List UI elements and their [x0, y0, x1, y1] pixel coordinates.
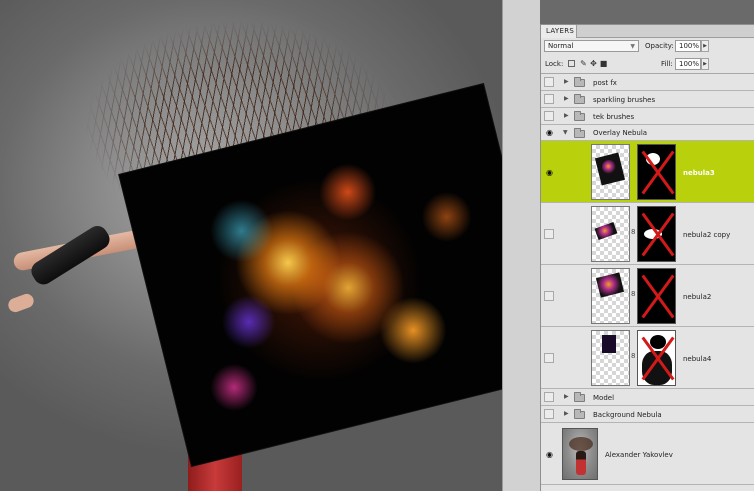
lock-transparent-pixels-icon[interactable] [568, 60, 575, 67]
visibility-toggle[interactable] [544, 229, 554, 239]
blend-mode-value: Normal [548, 42, 574, 50]
folder-icon [574, 409, 585, 419]
link-icon[interactable]: 8 [631, 228, 636, 237]
folder-icon [574, 392, 585, 402]
layer-name: nebula2 [683, 293, 712, 301]
lock-image-pixels-icon[interactable]: ✎ [579, 59, 588, 68]
panel-tabbar: LAYERS [541, 25, 754, 38]
expand-triangle-icon[interactable]: ▶ [564, 393, 569, 400]
visibility-toggle[interactable] [544, 94, 554, 104]
layer-group-overlay-nebula[interactable]: ◉ ▼ Overlay Nebula [541, 125, 754, 141]
collapse-triangle-icon[interactable]: ▼ [563, 129, 568, 136]
layer-alexander-yakovlev[interactable]: ◉ Alexander Yakovlev [541, 423, 754, 485]
visibility-toggle[interactable] [544, 353, 554, 363]
eye-icon[interactable]: ◉ [545, 451, 554, 459]
layer-name: Background Nebula [593, 411, 662, 419]
link-icon[interactable]: 8 [631, 352, 636, 361]
layer-thumbnail [591, 268, 630, 324]
fill-label: Fill: [661, 60, 673, 68]
layer-name: Alexander Yakovlev [605, 451, 673, 459]
visibility-toggle[interactable] [544, 409, 554, 419]
layer-name: Model [593, 394, 615, 402]
layer-name: Overlay Nebula [593, 129, 648, 137]
layer-mask-thumbnail [637, 206, 676, 262]
layer-name: sparkling brushes [593, 96, 656, 104]
opacity-label: Opacity: [645, 42, 674, 50]
eye-icon[interactable]: ◉ [545, 169, 554, 177]
layers-panel: LAYERS Normal ▼ Opacity: 100% ▶ Lock: ✎ … [540, 24, 754, 491]
layer-group-model[interactable]: ▶ Model [541, 389, 754, 406]
folder-icon [574, 128, 585, 138]
layer-group-tek-brushes[interactable]: ▶ tek brushes [541, 108, 754, 125]
visibility-toggle[interactable] [544, 392, 554, 402]
blend-opacity-row: Normal ▼ Opacity: 100% ▶ [541, 40, 754, 53]
layers-list: ▶ post fx ▶ sparkling brushes ▶ tek brus… [541, 73, 754, 485]
layer-nebula3[interactable]: ◉ nebula3 [541, 141, 754, 203]
expand-triangle-icon[interactable]: ▶ [564, 95, 569, 102]
expand-triangle-icon[interactable]: ▶ [564, 410, 569, 417]
expand-triangle-icon[interactable]: ▶ [564, 112, 569, 119]
blend-mode-select[interactable]: Normal ▼ [544, 40, 639, 52]
layer-group-background-nebula[interactable]: ▶ Background Nebula [541, 406, 754, 423]
layer-nebula4[interactable]: 8 nebula4 [541, 327, 754, 389]
folder-icon [574, 94, 585, 104]
layer-name: nebula2 copy [683, 231, 731, 239]
fill-input[interactable]: 100% [675, 58, 701, 70]
layer-thumbnail [591, 144, 630, 200]
layer-name: tek brushes [593, 113, 635, 121]
visibility-toggle[interactable] [544, 291, 554, 301]
layer-nebula2[interactable]: 8 nebula2 [541, 265, 754, 327]
opacity-slider-arrow-icon[interactable]: ▶ [701, 40, 709, 52]
layer-mask-thumbnail [637, 330, 676, 386]
layer-group-post-fx[interactable]: ▶ post fx [541, 74, 754, 91]
layer-name: nebula4 [683, 355, 712, 363]
opacity-input[interactable]: 100% [675, 40, 701, 52]
chevron-down-icon: ▼ [630, 43, 635, 50]
expand-triangle-icon[interactable]: ▶ [564, 78, 569, 85]
layer-thumbnail [562, 428, 598, 480]
layer-thumbnail [591, 206, 630, 262]
model-hand [6, 291, 36, 315]
layer-mask-thumbnail [637, 144, 676, 200]
lock-label: Lock: [545, 60, 564, 68]
tab-layers[interactable]: LAYERS [541, 25, 577, 38]
lock-position-icon[interactable]: ✥ [589, 59, 598, 68]
eye-icon[interactable]: ◉ [545, 129, 554, 137]
fill-slider-arrow-icon[interactable]: ▶ [701, 58, 709, 70]
panel-dock-gutter [502, 0, 540, 491]
lock-fill-row: Lock: ✎ ✥ ■ Fill: 100% ▶ [541, 58, 754, 71]
layer-name: nebula3 [683, 169, 715, 177]
folder-icon [574, 77, 585, 87]
folder-icon [574, 111, 585, 121]
layer-mask-thumbnail [637, 268, 676, 324]
lock-all-icon[interactable]: ■ [599, 59, 608, 68]
layer-nebula2-copy[interactable]: 8 nebula2 copy [541, 203, 754, 265]
link-icon[interactable]: 8 [631, 290, 636, 299]
visibility-toggle[interactable] [544, 77, 554, 87]
layer-thumbnail [591, 330, 630, 386]
layer-name: post fx [593, 79, 617, 87]
layer-group-sparkling-brushes[interactable]: ▶ sparkling brushes [541, 91, 754, 108]
visibility-toggle[interactable] [544, 111, 554, 121]
document-canvas[interactable] [0, 0, 502, 491]
